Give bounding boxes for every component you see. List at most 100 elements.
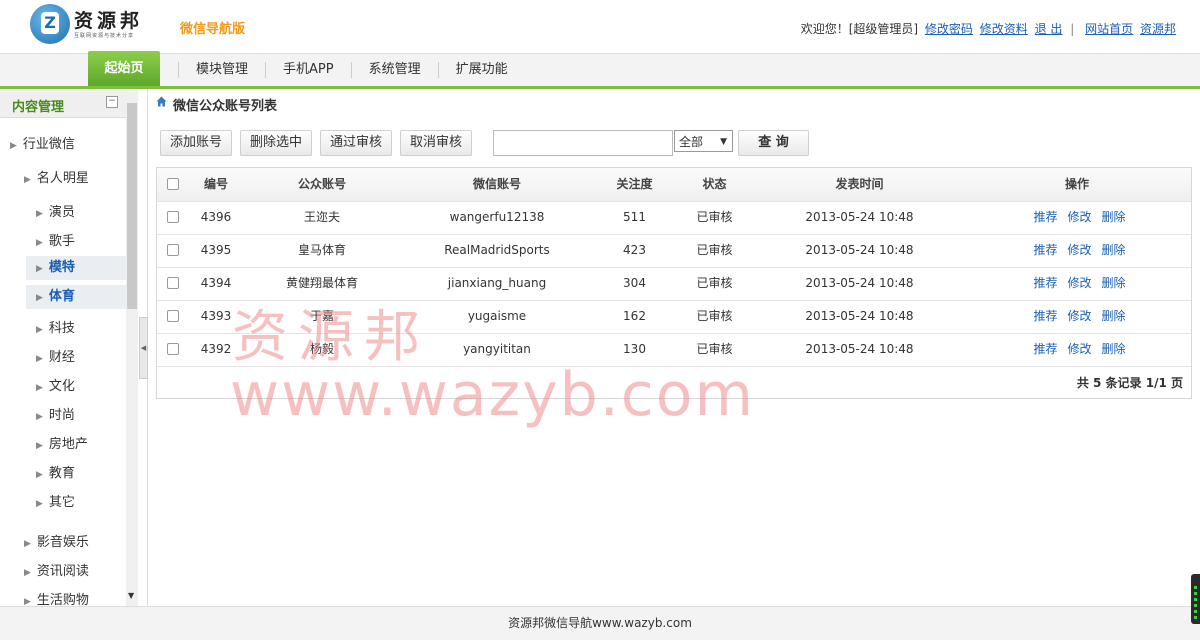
- logo[interactable]: Z 资源邦 互联网资源与技术分享: [30, 4, 170, 48]
- delete-link[interactable]: 删除: [1102, 309, 1126, 323]
- cell-time: 2013-05-24 10:48: [805, 309, 914, 323]
- tree-item-finance[interactable]: ▶ 财经: [36, 346, 75, 365]
- delete-link[interactable]: 删除: [1102, 243, 1126, 257]
- tree-item-models[interactable]: ▶ 模特: [26, 256, 126, 280]
- row-checkbox[interactable]: [167, 310, 179, 322]
- sidebar-collapse-handle[interactable]: ◀: [139, 317, 148, 379]
- tree-item-reading[interactable]: ▶ 资讯阅读: [24, 560, 89, 579]
- tree-item-entertainment[interactable]: ▶ 影音娱乐: [24, 531, 89, 550]
- site-home-link[interactable]: 网站首页: [1085, 22, 1133, 36]
- row-checkbox[interactable]: [167, 211, 179, 223]
- home-icon: [156, 96, 167, 107]
- tab-extensions[interactable]: 扩展功能: [437, 62, 525, 78]
- tree-item-celebrities[interactable]: ▶ 名人明星: [24, 167, 89, 186]
- row-checkbox[interactable]: [167, 343, 179, 355]
- delete-link[interactable]: 删除: [1102, 276, 1126, 290]
- edit-profile-link[interactable]: 修改资料: [980, 22, 1028, 36]
- logout-link[interactable]: 退 出: [1035, 22, 1063, 36]
- cell-time: 2013-05-24 10:48: [805, 210, 914, 224]
- cell-follow: 304: [623, 276, 646, 290]
- col-status: 状态: [702, 177, 727, 191]
- chevron-right-icon: ▶: [24, 175, 31, 185]
- tree-item-industry[interactable]: ▶ 行业微信: [10, 133, 75, 152]
- recommend-link[interactable]: 推荐: [1033, 210, 1057, 224]
- tree-label: 体育: [48, 289, 75, 304]
- filter-select[interactable]: 全部 ▼: [674, 130, 733, 152]
- tree-item-fashion[interactable]: ▶ 时尚: [36, 404, 75, 423]
- tree-item-culture[interactable]: ▶ 文化: [36, 375, 75, 394]
- table-row: 4393 于嘉 yugaisme 162 已审核 2013-05-24 10:4…: [157, 300, 1191, 334]
- edit-link[interactable]: 修改: [1067, 243, 1091, 257]
- tab-mobile-app[interactable]: 手机APP: [265, 62, 351, 78]
- delete-link[interactable]: 删除: [1102, 210, 1126, 224]
- top-nav: 起始页 模块管理 手机APP 系统管理 扩展功能: [0, 51, 1200, 89]
- cell-follow: 511: [623, 210, 646, 224]
- tab-system-management[interactable]: 系统管理: [350, 62, 438, 78]
- tree-item-sports[interactable]: ▶ 体育: [26, 285, 126, 309]
- tree-item-education[interactable]: ▶ 教育: [36, 462, 75, 481]
- breadcrumb: 微信公众账号列表: [148, 90, 1200, 116]
- brand-link[interactable]: 资源邦: [1140, 22, 1176, 36]
- tree-item-realestate[interactable]: ▶ 房地产: [36, 433, 88, 452]
- tree-item-singers[interactable]: ▶ 歌手: [36, 230, 75, 249]
- sidebar-title: 内容管理: [12, 100, 65, 115]
- change-password-link[interactable]: 修改密码: [925, 22, 973, 36]
- table-row: 4392 杨毅 yangyititan 130 已审核 2013-05-24 1…: [157, 333, 1191, 367]
- recommend-link[interactable]: 推荐: [1033, 276, 1057, 290]
- delete-link[interactable]: 删除: [1102, 342, 1126, 356]
- cell-status: 已审核: [696, 309, 733, 323]
- minus-icon[interactable]: −: [106, 96, 118, 108]
- edit-link[interactable]: 修改: [1067, 276, 1091, 290]
- recommend-link[interactable]: 推荐: [1033, 309, 1057, 323]
- edit-link[interactable]: 修改: [1067, 210, 1091, 224]
- tree-label: 行业微信: [22, 137, 75, 152]
- cell-account: 黄健翔最体育: [285, 276, 358, 290]
- tree-item-actors[interactable]: ▶ 演员: [36, 201, 75, 220]
- cell-wechat: wangerfu12138: [449, 210, 545, 224]
- logo-text: 资源邦: [74, 10, 144, 32]
- add-account-button[interactable]: 添加账号: [160, 130, 232, 156]
- cell-status: 已审核: [696, 342, 733, 356]
- cancel-approve-button[interactable]: 取消审核: [400, 130, 472, 156]
- cell-ops: 推荐 修改 删除: [1027, 234, 1132, 267]
- edit-link[interactable]: 修改: [1067, 309, 1091, 323]
- select-all-checkbox[interactable]: [167, 178, 179, 190]
- dropdown-arrow-icon: ▼: [720, 137, 727, 147]
- tab-module-management[interactable]: 模块管理: [178, 62, 265, 78]
- tree-label: 教育: [48, 466, 75, 481]
- header-subtitle: 微信导航版: [180, 22, 246, 37]
- scroll-thumb[interactable]: [127, 103, 137, 309]
- accounts-table: 编号 公众账号 微信账号 关注度 状态 发表时间 操作 4396 王迩夫 wan…: [156, 167, 1192, 399]
- chevron-right-icon: ▶: [36, 209, 43, 219]
- sidebar-scrollbar[interactable]: ▼: [126, 89, 138, 606]
- cell-wechat: RealMadridSports: [444, 243, 550, 257]
- scroll-down-icon[interactable]: ▼: [128, 591, 134, 600]
- footer: 资源邦微信导航www.wazyb.com: [0, 606, 1200, 640]
- recommend-link[interactable]: 推荐: [1033, 243, 1057, 257]
- row-checkbox[interactable]: [167, 277, 179, 289]
- user-links: 欢迎您！[超级管理员] 修改密码 修改资料 退 出 | 网站首页 资源邦: [801, 20, 1176, 37]
- filter-selected: 全部: [679, 135, 704, 149]
- approve-button[interactable]: 通过审核: [320, 130, 392, 156]
- recommend-link[interactable]: 推荐: [1033, 342, 1057, 356]
- row-checkbox[interactable]: [167, 244, 179, 256]
- col-follow: 关注度: [616, 177, 653, 191]
- query-button[interactable]: 查 询: [738, 130, 809, 156]
- edit-link[interactable]: 修改: [1067, 342, 1091, 356]
- tree-label: 房地产: [48, 437, 88, 452]
- chevron-right-icon: ▶: [24, 539, 31, 549]
- cell-follow: 130: [623, 342, 646, 356]
- tab-start[interactable]: 起始页: [88, 51, 160, 86]
- tree-label: 科技: [48, 321, 75, 336]
- tree-item-tech[interactable]: ▶ 科技: [36, 317, 75, 336]
- cell-status: 已审核: [696, 276, 733, 290]
- welcome-text: 欢迎您！[超级管理员]: [800, 22, 919, 36]
- chevron-right-icon: ▶: [10, 141, 17, 151]
- tree-item-other[interactable]: ▶ 其它: [36, 491, 75, 510]
- cell-account: 杨毅: [309, 342, 334, 356]
- table-row: 4395 皇马体育 RealMadridSports 423 已审核 2013-…: [157, 234, 1191, 268]
- delete-selected-button[interactable]: 删除选中: [240, 130, 312, 156]
- chevron-right-icon: ▶: [36, 470, 43, 480]
- search-input[interactable]: [493, 130, 673, 156]
- cell-id: 4394: [200, 276, 232, 290]
